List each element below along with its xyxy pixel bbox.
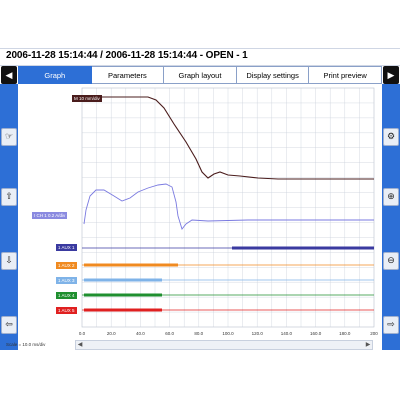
tab-graph[interactable]: Graph (18, 66, 92, 84)
left-toolbar: ☞ ⇧ ⇩ ⇦ (0, 84, 18, 350)
scroll-down-button[interactable]: ⇩ (1, 252, 17, 270)
channel-label-aux3[interactable]: 1 AUX 3 (56, 277, 77, 284)
scroll-right-arrow-icon[interactable]: ▶ (364, 341, 372, 349)
chevron-left-icon: ◀ (5, 70, 13, 80)
channel-label-motion[interactable]: M 10 mm/div (72, 95, 102, 102)
scale-label: Scale = 10.0 ms/div (6, 342, 46, 347)
tab-parameters[interactable]: Parameters (91, 66, 165, 84)
right-toolbar: ⚙ ⊕ ⊖ ⇨ (382, 84, 400, 350)
channel-label-aux5[interactable]: 1 AUX 5 (56, 307, 77, 314)
gear-icon: ⚙ (386, 131, 396, 141)
chevron-right-icon: ▶ (387, 70, 395, 80)
arrow-left-icon: ⇦ (5, 319, 13, 329)
next-tab-button[interactable]: ▶ (383, 66, 399, 84)
arrow-down-icon: ⇩ (5, 255, 13, 265)
zoom-in-button[interactable]: ⊕ (383, 188, 399, 206)
window-title: 2006-11-28 15:14:44 / 2006-11-28 15:14:4… (6, 50, 248, 61)
channel-label-aux4[interactable]: 1 AUX 4 (56, 292, 77, 299)
scroll-right-button[interactable]: ⇨ (383, 316, 399, 334)
x-tick-label: 80.0 (194, 331, 203, 336)
scroll-up-button[interactable]: ⇧ (1, 188, 17, 206)
x-tick-label: 60.0 (165, 331, 174, 336)
tab-print-preview[interactable]: Print preview (309, 66, 382, 84)
channel-label-aux2[interactable]: 1 AUX 2 (56, 262, 77, 269)
x-tick-label: 140.0 (281, 331, 293, 336)
zoom-in-icon: ⊕ (387, 191, 395, 201)
tab-graph-layout[interactable]: Graph layout (164, 66, 237, 84)
x-tick-label: 100.0 (222, 331, 234, 336)
grid (81, 87, 375, 328)
x-axis-ticks: 0.0 20.0 40.0 60.0 80.0 100.0 120.0 140.0 160.0 1… (79, 331, 378, 336)
x-tick-label: 200 (370, 331, 378, 336)
channel-label-aux1[interactable]: 1 AUX 1 (56, 244, 77, 251)
horizontal-scrollbar[interactable]: ◀ ▶ (75, 340, 373, 350)
tab-display-settings[interactable]: Display settings (236, 66, 310, 84)
hand-icon: ☞ (4, 131, 14, 141)
bottom-area (0, 350, 400, 400)
scroll-left-arrow-icon[interactable]: ◀ (76, 341, 84, 349)
graph-area[interactable]: 0.0 20.0 40.0 60.0 80.0 100.0 120.0 140.0 160.0 1… (18, 84, 382, 350)
settings-button[interactable]: ⚙ (383, 128, 399, 146)
window-title-bar: 2006-11-28 15:14:44 / 2006-11-28 15:14:4… (0, 48, 400, 66)
zoom-out-icon: ⊖ (387, 255, 395, 265)
x-tick-label: 40.0 (136, 331, 145, 336)
arrow-up-icon: ⇧ (5, 191, 13, 201)
x-tick-label: 0.0 (79, 331, 86, 336)
prev-tab-button[interactable]: ◀ (1, 66, 17, 84)
arrow-right-icon: ⇨ (387, 319, 395, 329)
tab-bar: Graph Parameters Graph layout Display se… (18, 66, 382, 84)
hand-tool-button[interactable]: ☞ (1, 128, 17, 146)
x-tick-label: 20.0 (107, 331, 116, 336)
x-tick-label: 120.0 (252, 331, 264, 336)
scroll-left-button[interactable]: ⇦ (1, 316, 17, 334)
x-tick-label: 160.0 (310, 331, 322, 336)
channel-label-current[interactable]: I CH 1 0.2 A/div (32, 212, 68, 219)
zoom-out-button[interactable]: ⊖ (383, 252, 399, 270)
x-tick-label: 180.0 (339, 331, 351, 336)
